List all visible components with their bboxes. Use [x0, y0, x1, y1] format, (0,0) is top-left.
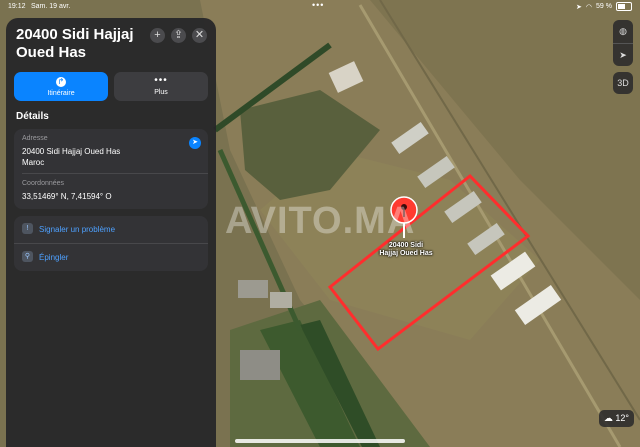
actions-card: ! Signaler un problème ⚲ Épingler: [14, 216, 208, 271]
map-controls: ◍ ➤: [613, 20, 633, 66]
pin-label-line1: 20400 Sidi: [388, 242, 424, 249]
battery-icon: [616, 2, 632, 11]
pin-label-line2: Hajjaj Oued Has: [379, 250, 433, 257]
location-arrow-button-icon[interactable]: ➤: [613, 43, 633, 67]
navigate-icon[interactable]: ➤: [189, 137, 201, 149]
add-button[interactable]: +: [150, 28, 165, 43]
weather-badge: ☁ 12°: [598, 410, 634, 427]
more-button[interactable]: ••• Plus: [114, 72, 208, 101]
coords-label: Coordonnées: [22, 180, 65, 187]
divider: [22, 173, 208, 174]
report-label: Signaler un problème: [39, 225, 116, 234]
more-label: Plus: [154, 89, 168, 96]
report-icon: !: [22, 223, 33, 234]
view-3d-label: 3D: [617, 78, 629, 88]
route-label: Itinéraire: [47, 90, 75, 97]
place-card: 20400 Sidi Hajjaj Oued Has + ⇪ ✕ ↱ Itiné…: [6, 18, 216, 447]
pin-label: 20400 Sidi Hajjaj Oued Has: [366, 242, 446, 258]
address-line1[interactable]: 20400 Sidi Hajjaj Oued Has: [22, 146, 120, 157]
multitask-dots-icon[interactable]: •••: [312, 0, 324, 10]
view-3d-button[interactable]: 3D: [613, 72, 633, 94]
report-problem-row[interactable]: ! Signaler un problème: [14, 216, 208, 243]
pin-action-label: Épingler: [39, 253, 69, 262]
watermark: AVITO.MA: [225, 200, 416, 242]
location-arrow-icon: ➤: [576, 3, 582, 11]
battery-percent: 59 %: [596, 3, 612, 10]
status-time: 19:12: [8, 3, 26, 10]
close-button[interactable]: ✕: [192, 28, 207, 43]
coords-value[interactable]: 33,51469° N, 7,41594° O: [22, 191, 112, 202]
details-card: Adresse 20400 Sidi Hajjaj Oued Has Maroc…: [14, 129, 208, 209]
home-indicator[interactable]: [235, 439, 405, 443]
place-title: 20400 Sidi Hajjaj Oued Has: [16, 26, 134, 61]
route-button[interactable]: ↱ Itinéraire: [14, 72, 108, 101]
status-bar: 19:12 Sam. 19 avr. ••• ➤ ◠ 59 %: [0, 0, 640, 14]
globe-icon[interactable]: ◍: [613, 20, 633, 43]
wifi-icon: ◠: [585, 3, 593, 11]
address-line2[interactable]: Maroc: [22, 157, 44, 168]
cloud-icon: ☁: [603, 413, 613, 423]
details-heading: Détails: [16, 111, 49, 122]
directions-icon: ↱: [56, 77, 66, 87]
temperature: 12°: [615, 413, 629, 423]
pin-icon: ⚲: [22, 251, 33, 262]
status-date: Sam. 19 avr.: [31, 3, 71, 10]
status-right: ➤ ◠ 59 %: [576, 2, 632, 11]
share-button[interactable]: ⇪: [171, 28, 186, 43]
ellipsis-icon: •••: [154, 75, 168, 86]
action-buttons: ↱ Itinéraire ••• Plus: [14, 72, 208, 101]
pin-row[interactable]: ⚲ Épingler: [14, 243, 208, 271]
address-label: Adresse: [22, 135, 48, 142]
